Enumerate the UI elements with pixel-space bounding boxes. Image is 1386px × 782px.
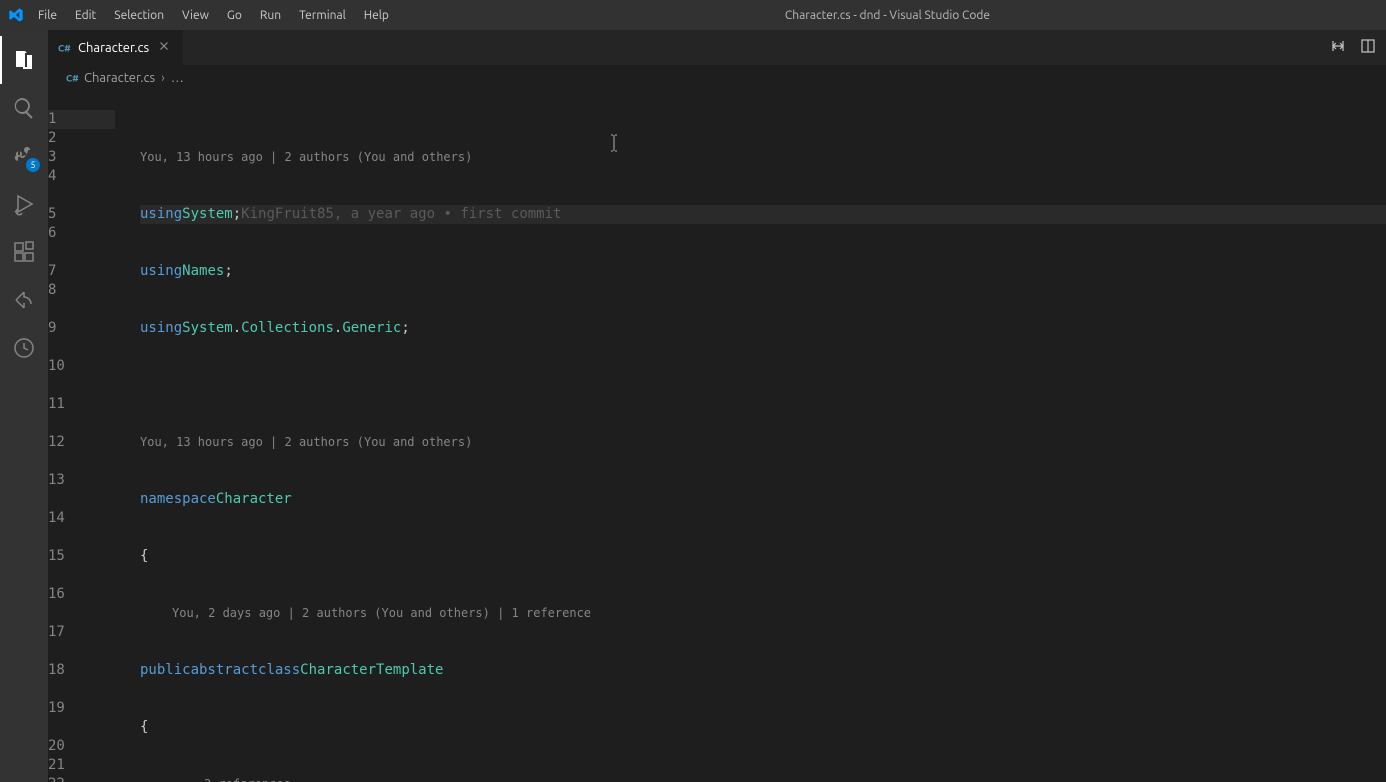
tab-character-cs[interactable]: C# Character.cs: [48, 30, 184, 65]
breadcrumb-file[interactable]: C# Character.cs: [66, 71, 155, 85]
explorer-icon[interactable]: [0, 36, 48, 84]
live-share-icon[interactable]: [0, 276, 48, 324]
menu-bar: File Edit Selection View Go Run Terminal…: [30, 5, 397, 26]
code-line-1: using System; KingFruit85, a year ago • …: [140, 205, 1386, 224]
menu-help[interactable]: Help: [356, 5, 397, 26]
tabs-bar: C# Character.cs: [48, 30, 1386, 65]
chevron-right-icon: ›: [161, 71, 165, 85]
timeline-icon[interactable]: [0, 324, 48, 372]
code-line-4: [140, 376, 1386, 395]
menu-run[interactable]: Run: [252, 5, 289, 26]
window-title: Character.cs - dnd - Visual Studio Code: [397, 9, 1378, 22]
code-line-5: namespace Character: [140, 490, 1386, 509]
csharp-file-icon: C#: [58, 41, 72, 55]
code-line-6: {: [140, 547, 1386, 566]
search-icon[interactable]: [0, 84, 48, 132]
gitlens-inline-blame: KingFruit85, a year ago • first commit: [241, 205, 561, 224]
close-icon[interactable]: [155, 37, 173, 58]
compare-changes-icon[interactable]: [1330, 38, 1346, 57]
menu-selection[interactable]: Selection: [106, 5, 172, 26]
menu-go[interactable]: Go: [219, 5, 250, 26]
tab-label: Character.cs: [78, 41, 149, 55]
breadcrumb-file-label: Character.cs: [84, 71, 155, 85]
activity-bar: 5: [0, 30, 48, 782]
code-line-3: using System.Collections.Generic;: [140, 319, 1386, 338]
svg-text:C#: C#: [66, 73, 79, 84]
codelens-refs[interactable]: 3 references: [140, 775, 1386, 782]
code-line-2: using Names;: [140, 262, 1386, 281]
codelens-authors[interactable]: You, 13 hours ago | 2 authors (You and o…: [140, 433, 1386, 452]
menu-file[interactable]: File: [30, 5, 65, 26]
codelens-authors[interactable]: You, 13 hours ago | 2 authors (You and o…: [140, 148, 1386, 167]
code-line-7: public abstract class CharacterTemplate: [140, 661, 1386, 680]
scm-badge: 5: [26, 158, 40, 172]
codelens-authors-refs[interactable]: You, 2 days ago | 2 authors (You and oth…: [140, 604, 1386, 623]
line-number-gutter: 1 2 3 4 5 6 7 8 9 10 11 12 13: [48, 91, 140, 782]
vscode-logo-icon: [8, 7, 24, 23]
editor-actions: [1330, 30, 1386, 65]
text-cursor-icon: [525, 115, 526, 135]
breadcrumb-more[interactable]: …: [171, 71, 184, 85]
svg-text:C#: C#: [58, 42, 71, 53]
menu-edit[interactable]: Edit: [67, 5, 104, 26]
csharp-file-icon: C#: [66, 71, 80, 85]
run-debug-icon[interactable]: [0, 180, 48, 228]
menu-view[interactable]: View: [174, 5, 217, 26]
code-line-8: {: [140, 718, 1386, 737]
editor-body[interactable]: 1 2 3 4 5 6 7 8 9 10 11 12 13: [48, 91, 1386, 782]
code-content[interactable]: You, 13 hours ago | 2 authors (You and o…: [140, 91, 1386, 782]
split-editor-icon[interactable]: [1360, 38, 1376, 57]
source-control-icon[interactable]: 5: [0, 132, 48, 180]
editor-area: C# Character.cs C# Ch: [48, 30, 1386, 782]
menu-terminal[interactable]: Terminal: [291, 5, 354, 26]
titlebar: File Edit Selection View Go Run Terminal…: [0, 0, 1386, 30]
extensions-icon[interactable]: [0, 228, 48, 276]
breadcrumbs[interactable]: C# Character.cs › …: [48, 65, 1386, 91]
